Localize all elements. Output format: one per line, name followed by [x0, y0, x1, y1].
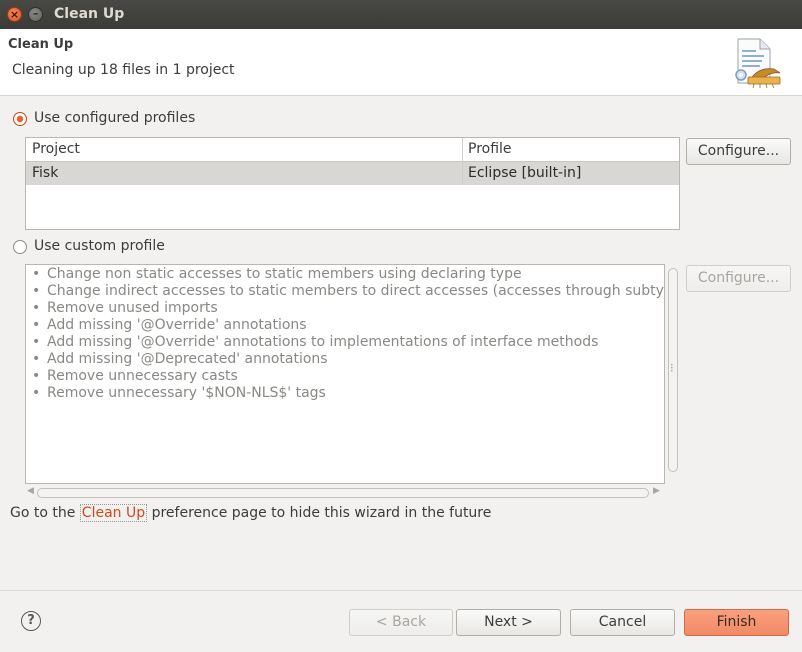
finish-button[interactable]: Finish: [684, 609, 789, 636]
use-custom-profile-label[interactable]: Use custom profile: [34, 238, 165, 254]
list-item: Change indirect accesses to static membe…: [32, 283, 664, 300]
list-item: Add missing '@Override' annotations: [32, 317, 307, 334]
list-item: Remove unnecessary casts: [32, 368, 238, 385]
title-bar: × – Clean Up: [0, 0, 802, 29]
list-item: Remove unnecessary '$NON-NLS$' tags: [32, 385, 326, 402]
configure-custom-profile-button[interactable]: Configure...: [686, 265, 791, 292]
preference-hint: Go to the Clean Up preference page to hi…: [10, 504, 492, 522]
horizontal-scrollbar[interactable]: ◀ ▶: [25, 486, 665, 499]
hint-suffix: preference page to hide this wizard in t…: [147, 505, 492, 521]
custom-profile-settings-list[interactable]: Change non static accesses to static mem…: [25, 264, 665, 484]
profiles-table[interactable]: Project Profile Fisk Eclipse [built-in]: [25, 137, 680, 230]
list-item: Change non static accesses to static mem…: [32, 266, 522, 283]
minimize-icon: –: [32, 7, 39, 20]
use-custom-profile-radio[interactable]: [13, 240, 27, 254]
use-configured-profiles-label[interactable]: Use configured profiles: [34, 110, 195, 126]
wizard-header: Clean Up Cleaning up 18 files in 1 proje…: [0, 29, 802, 96]
back-button[interactable]: < Back: [349, 609, 453, 636]
wizard-message: Cleaning up 18 files in 1 project: [12, 62, 235, 78]
horizontal-scroll-thumb[interactable]: [37, 488, 649, 498]
grip-icon: • • •: [670, 362, 674, 375]
button-bar-separator: [0, 590, 802, 591]
column-divider[interactable]: [462, 138, 463, 185]
table-header: Project Profile: [26, 138, 679, 162]
column-header-profile[interactable]: Profile: [468, 141, 512, 157]
column-header-project[interactable]: Project: [32, 141, 80, 157]
hint-prefix: Go to the: [10, 505, 80, 521]
cancel-button[interactable]: Cancel: [570, 609, 675, 636]
scroll-right-icon[interactable]: ▶: [653, 486, 660, 496]
table-row[interactable]: Fisk Eclipse [built-in]: [26, 162, 679, 185]
clean-up-wizard-icon: [735, 38, 781, 89]
minimize-window-button[interactable]: –: [28, 7, 43, 22]
window-title: Clean Up: [54, 6, 125, 22]
next-button[interactable]: Next >: [456, 609, 561, 636]
close-window-button[interactable]: ×: [7, 7, 22, 22]
help-icon[interactable]: ?: [21, 611, 41, 631]
list-item: Remove unused imports: [32, 300, 218, 317]
clean-up-preference-link[interactable]: Clean Up: [79, 504, 148, 522]
configure-profiles-button[interactable]: Configure...: [686, 138, 791, 165]
list-item: Add missing '@Override' annotations to i…: [32, 334, 598, 351]
vertical-scrollbar[interactable]: • • •: [666, 264, 681, 484]
cell-project: Fisk: [32, 165, 59, 181]
close-icon: ×: [9, 8, 20, 21]
scroll-left-icon[interactable]: ◀: [27, 486, 34, 496]
wizard-title: Clean Up: [8, 37, 74, 52]
use-configured-profiles-radio[interactable]: [13, 112, 27, 126]
cell-profile: Eclipse [built-in]: [468, 165, 582, 181]
list-item: Add missing '@Deprecated' annotations: [32, 351, 328, 368]
